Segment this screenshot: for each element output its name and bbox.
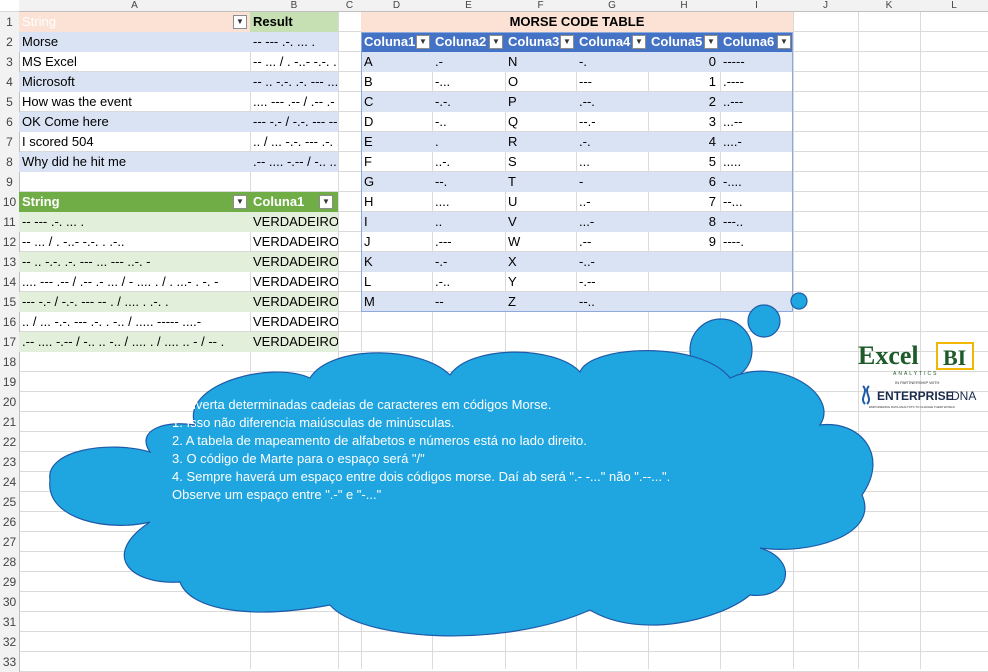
cloud-callout[interactable] — [0, 0, 988, 669]
logo-excel: Excel — [858, 341, 919, 370]
callout-line-4: 3. O código de Marte para o espaço será … — [172, 451, 425, 466]
spreadsheet[interactable]: ABCDEFGHIJKL 1 2 3 4 5 6 7 8 9 10 11 12 13 14 15 16 17 18… — [0, 0, 988, 672]
callout-line-2: 1. Isso não diferencia maiúsculas de min… — [172, 415, 455, 430]
thought-bubble-medium — [747, 304, 781, 338]
logo-tagline: EMPOWERING DATA ANALYSTS TO CHANGE THEIR… — [869, 405, 956, 409]
logo-partnership: IN PARTNERSHIP WITH — [895, 380, 940, 385]
callout-line-5: 4. Sempre haverá um espaço entre dois có… — [172, 469, 671, 484]
logo-dna: DNA — [951, 389, 976, 403]
logo-enterprise: ENTERPRISE — [877, 389, 954, 403]
logo-analytics: ANALYTICS — [893, 371, 938, 377]
excel-bi-logo: Excel BI ANALYTICS IN PARTNERSHIP WITH E… — [855, 340, 979, 412]
logo-bi: BI — [943, 345, 966, 370]
dna-icon — [862, 385, 870, 405]
callout-line-3: 2. A tabela de mapeamento de alfabetos e… — [172, 433, 587, 448]
callout-line-1: Converta determinadas cadeias de caracte… — [172, 397, 552, 412]
thought-bubble-small — [790, 292, 808, 310]
callout-line-6: Observe um espaço entre ".-" e "-..." — [172, 487, 382, 502]
callout-text: Converta determinadas cadeias de caracte… — [172, 396, 732, 504]
